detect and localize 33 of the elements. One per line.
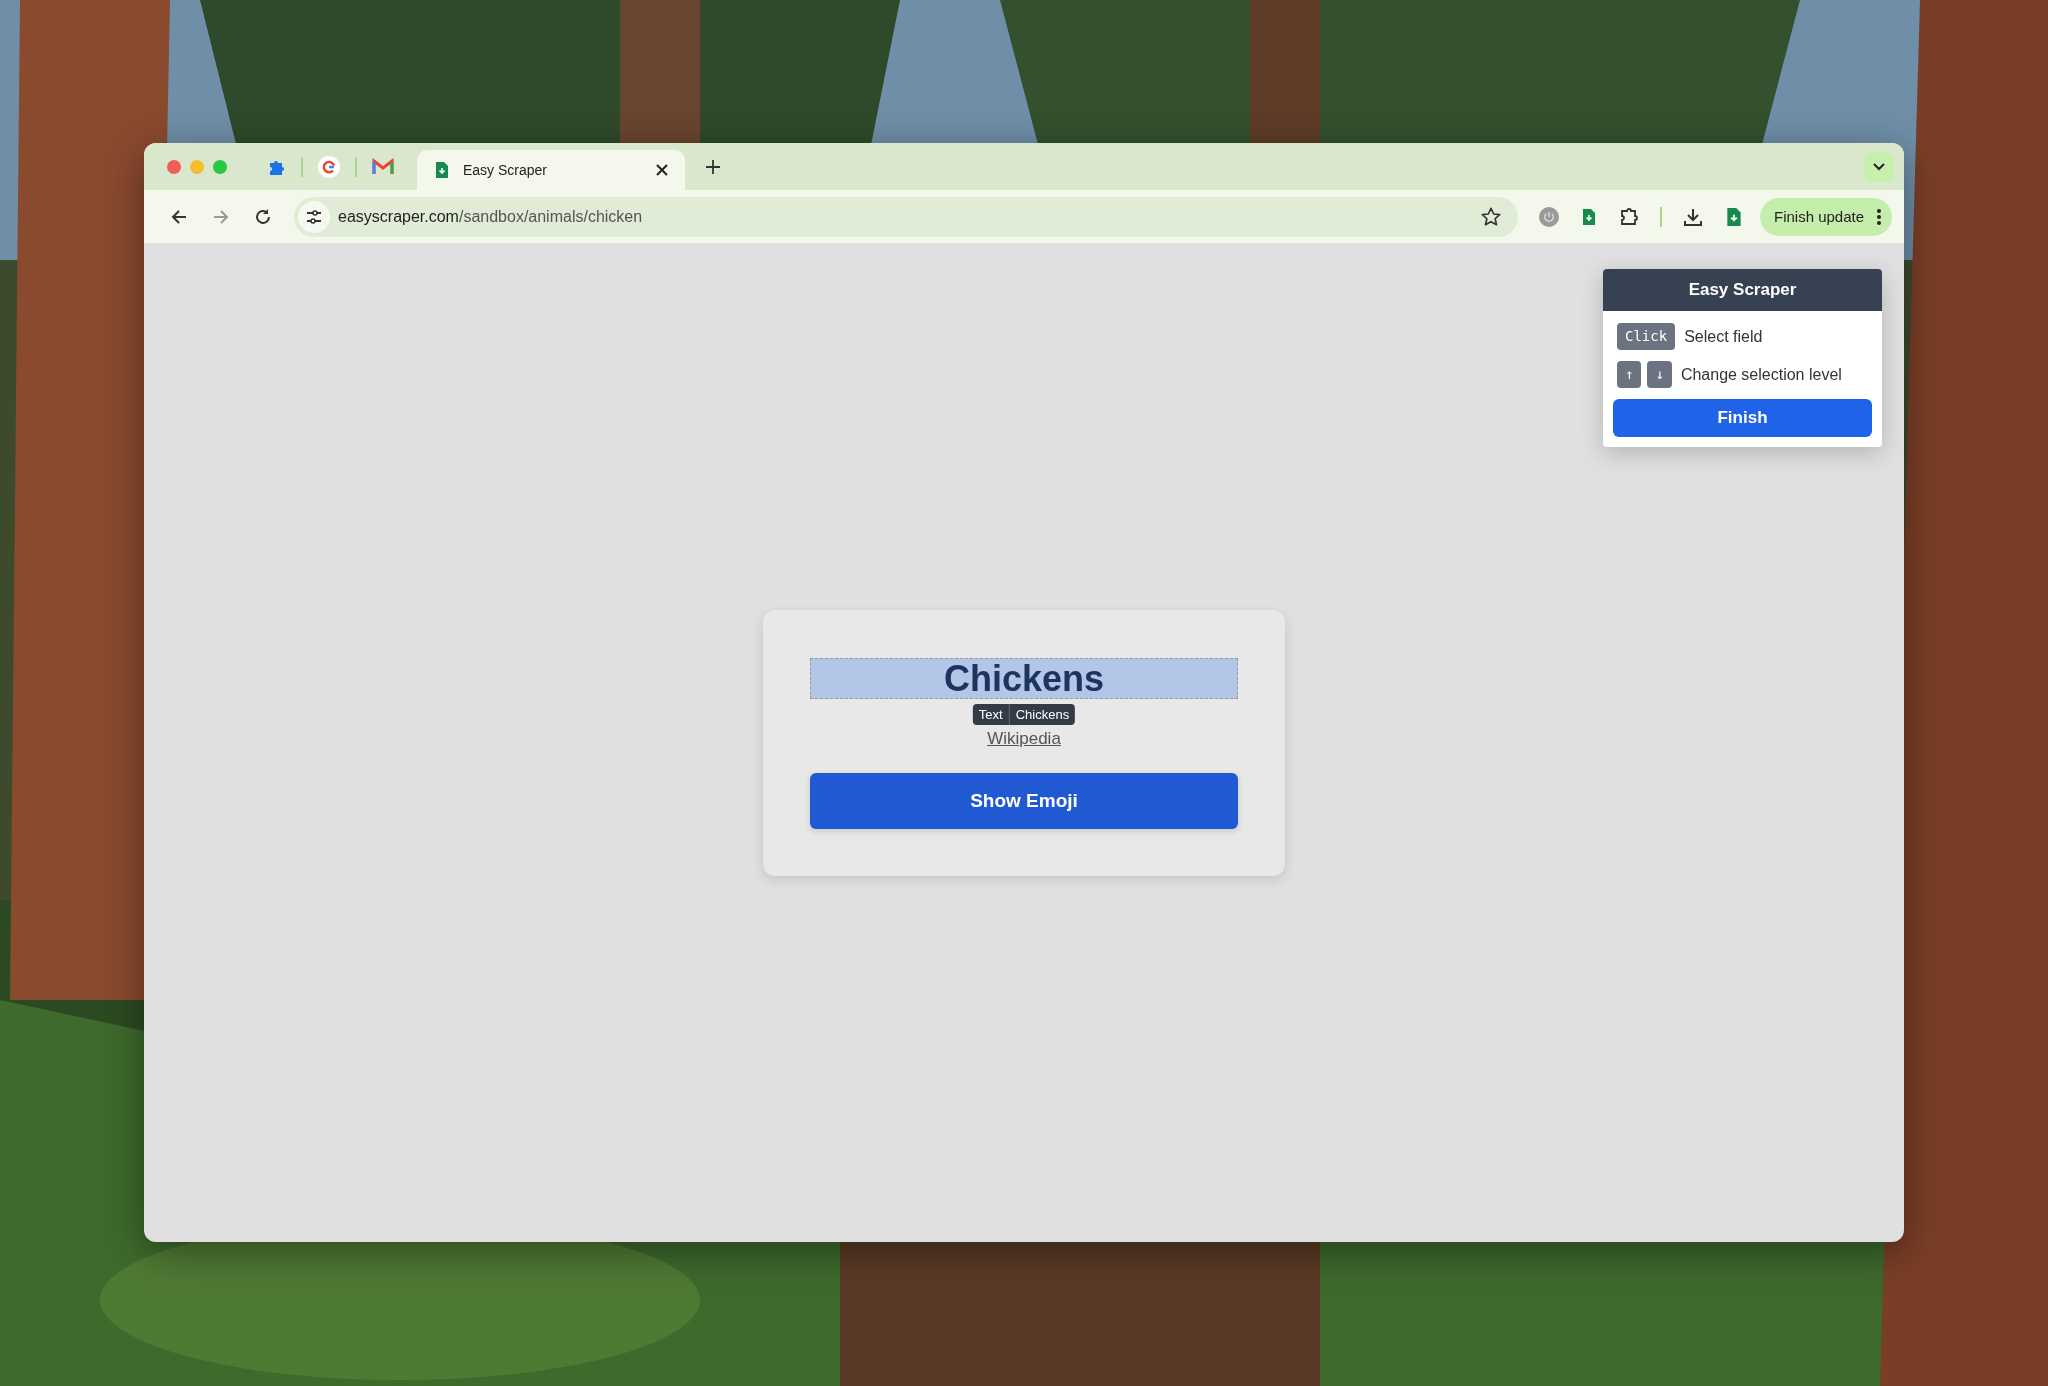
google-icon[interactable] xyxy=(318,155,340,178)
url-text: easyscraper.com/sandbox/animals/chicken xyxy=(338,207,643,226)
star-icon[interactable] xyxy=(1480,205,1502,228)
puzzle-icon[interactable] xyxy=(1618,205,1640,228)
chevron-icon xyxy=(1872,161,1886,172)
close-button[interactable] xyxy=(167,159,181,174)
panel-title: Easy Scraper xyxy=(1603,269,1882,311)
plus-icon[interactable] xyxy=(705,158,721,175)
more-icon xyxy=(1876,207,1883,226)
mail-icon[interactable] xyxy=(372,157,394,176)
sheet-icon[interactable] xyxy=(1580,207,1598,226)
wikipedia-link[interactable]: Wikipedia xyxy=(987,729,1061,749)
tab-title: Easy Scraper xyxy=(463,162,549,178)
key-badge: Click xyxy=(1617,323,1676,350)
page-heading: Chickens xyxy=(810,658,1238,699)
key-badge: ↑ xyxy=(1617,361,1642,388)
site-info-button[interactable] xyxy=(298,200,330,233)
tab-search-button[interactable] xyxy=(1864,151,1894,182)
power-icon[interactable] xyxy=(1538,205,1560,228)
update-button[interactable]: Finish update xyxy=(1760,197,1893,236)
key-badge: ↓ xyxy=(1647,361,1672,388)
sliders-icon xyxy=(305,207,323,226)
address-bar[interactable]: easyscraper.com/sandbox/animals/chicken xyxy=(294,196,1518,237)
hint-label: Select field xyxy=(1684,327,1763,346)
show-emoji-button[interactable]: Show Emoji xyxy=(810,773,1238,829)
sheet-icon xyxy=(433,161,451,179)
browser-tab[interactable]: Easy Scraper xyxy=(417,150,685,190)
hint-label: Change selection level xyxy=(1680,365,1842,384)
tooltip-label: Text xyxy=(977,706,1004,724)
tooltip-label: Chickens xyxy=(1008,704,1076,725)
finish-button[interactable]: Finish xyxy=(1613,399,1872,437)
sheet-icon[interactable] xyxy=(1724,206,1744,227)
close-icon[interactable] xyxy=(655,163,669,177)
